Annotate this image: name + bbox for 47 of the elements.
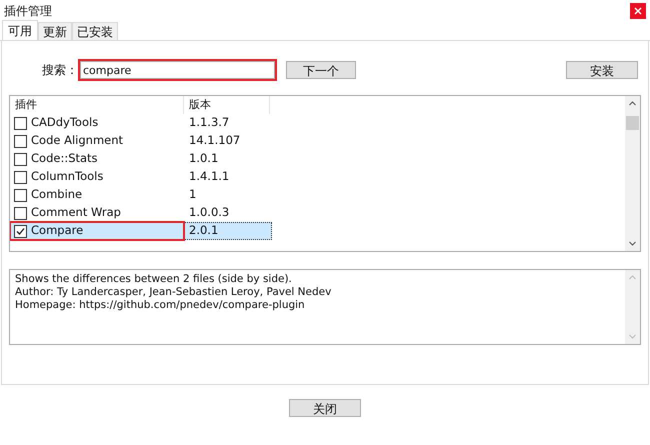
plugin-version: 2.0.1 — [188, 222, 218, 240]
checkbox[interactable] — [14, 152, 27, 166]
description-line: Homepage: https://github.com/pnedev/compare-plugin — [15, 299, 306, 312]
plugin-row[interactable]: Combine 1 — [10, 186, 272, 204]
checkbox[interactable] — [14, 224, 27, 238]
install-button[interactable]: 安装 — [566, 61, 638, 79]
plugin-version: 1.1.3.7 — [188, 114, 230, 132]
plugin-name: ColumnTools — [31, 168, 104, 186]
tab[interactable]: 可用 — [2, 20, 38, 40]
plugin-row[interactable]: Comment Wrap 1.0.0.3 — [10, 204, 272, 222]
plugin-name: Combine — [31, 186, 82, 204]
description-line: Author: Ty Landercasper, Jean-Sebastien Leroy, Pavel Nedev — [15, 286, 332, 299]
search-field[interactable]: compare — [80, 61, 275, 79]
plugin-version: 1.4.1.1 — [188, 168, 230, 186]
plugin-row[interactable]: ColumnTools 1.4.1.1 — [10, 168, 272, 186]
search-label: 搜索： — [42, 62, 78, 79]
plugin-name: Code Alignment — [31, 132, 124, 150]
tab[interactable]: 已安装 — [72, 22, 118, 40]
plugin-name: Compare — [31, 222, 84, 240]
scroll-thumb[interactable] — [626, 116, 639, 130]
plugin-row[interactable]: Code Alignment 14.1.107 — [10, 132, 272, 150]
plugin-name: CADdyTools — [31, 114, 98, 132]
description-line: Shows the differences between 2 files (side by side). — [15, 273, 293, 286]
close-button[interactable] — [630, 2, 646, 18]
plugin-row[interactable]: Code::Stats 1.0.1 — [10, 150, 272, 168]
plugin-name: Code::Stats — [31, 150, 98, 168]
close-dialog-button[interactable]: 关闭 — [289, 399, 361, 417]
checkbox[interactable] — [14, 188, 27, 202]
column-header[interactable]: 插件 — [10, 96, 184, 114]
checkbox[interactable] — [14, 134, 27, 148]
column-header[interactable]: 版本 — [184, 96, 270, 114]
checkmark-icon — [16, 226, 25, 236]
scrollbar[interactable] — [625, 96, 640, 251]
plugin-name: Comment Wrap — [31, 204, 121, 222]
tab[interactable]: 更新 — [38, 22, 72, 40]
plugin-version: 1.0.0.3 — [188, 204, 230, 222]
checkbox[interactable] — [14, 116, 27, 130]
checkbox[interactable] — [14, 206, 27, 220]
next-button[interactable]: 下一个 — [286, 61, 356, 79]
plugin-version: 1 — [188, 186, 196, 204]
window-title: 插件管理 — [3, 2, 52, 20]
checkbox[interactable] — [14, 170, 27, 184]
close-icon — [634, 6, 642, 14]
plugin-row[interactable]: CADdyTools 1.1.3.7 — [10, 114, 272, 132]
plugin-version: 1.0.1 — [188, 150, 218, 168]
plugin-version: 14.1.107 — [188, 132, 240, 150]
plugin-row[interactable]: Compare 2.0.1 — [10, 222, 272, 240]
